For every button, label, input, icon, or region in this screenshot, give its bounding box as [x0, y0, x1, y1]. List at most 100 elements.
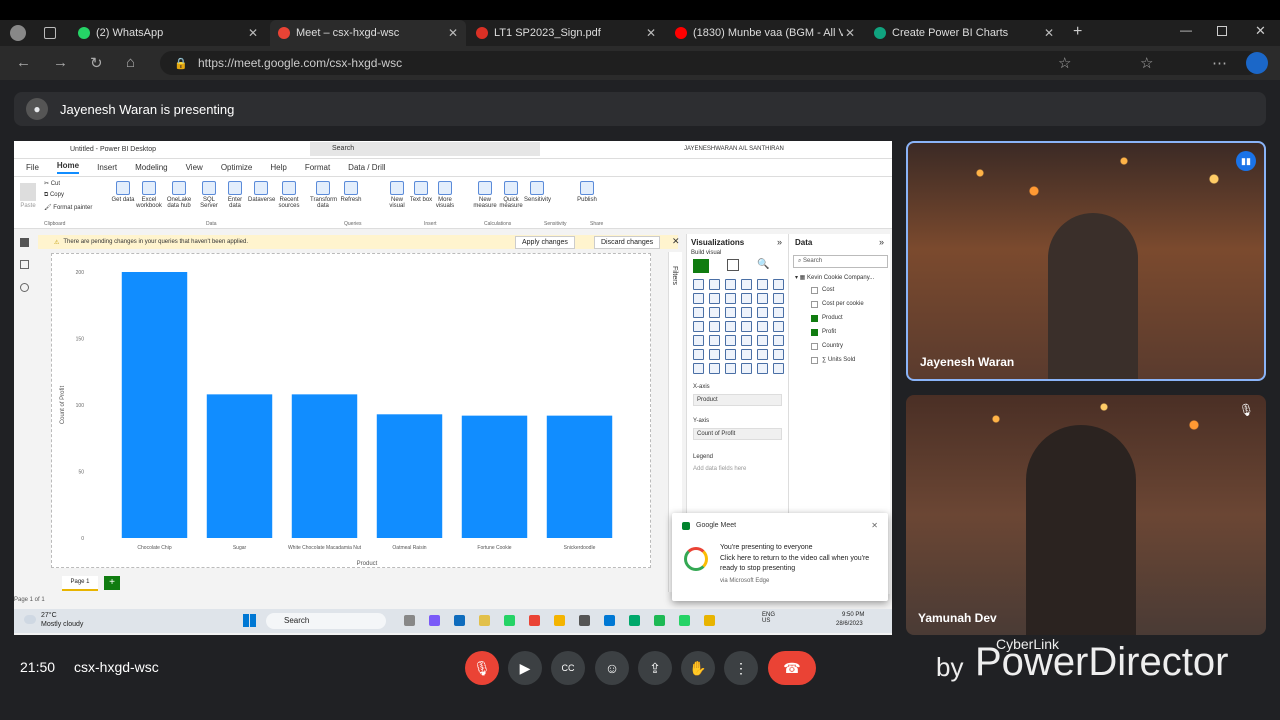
field-item[interactable]: Cost per cookie: [789, 297, 890, 311]
paste-button[interactable]: Paste: [20, 183, 36, 209]
field-checkbox[interactable]: [811, 286, 818, 294]
visual-type-icon[interactable]: [741, 293, 752, 304]
ribbon-button[interactable]: Quick measure: [498, 181, 524, 209]
taskbar-app-icon[interactable]: [704, 615, 715, 626]
visual-type-icon[interactable]: [757, 307, 768, 318]
visual-type-icon[interactable]: [725, 321, 736, 332]
collapse-data-icon[interactable]: »: [879, 237, 884, 247]
tab-actions-icon[interactable]: [44, 27, 56, 39]
visual-type-icon[interactable]: [693, 349, 704, 360]
visual-type-icon[interactable]: [693, 363, 704, 374]
report-canvas[interactable]: 0 50 100 150 200 Count of Profit Chocolate Chi…: [51, 253, 651, 568]
visual-type-icon[interactable]: [757, 293, 768, 304]
ribbon-button[interactable]: Recent sources: [276, 181, 302, 209]
pbi-menu-item[interactable]: Insert: [97, 163, 117, 172]
collections-icon[interactable]: ☆: [1140, 54, 1153, 72]
yaxis-field[interactable]: Count of Profit: [693, 428, 782, 440]
taskbar-app-icon[interactable]: [504, 615, 515, 626]
bing-icon[interactable]: [1246, 52, 1268, 74]
visual-type-icon[interactable]: [741, 279, 752, 290]
field-checkbox[interactable]: [811, 342, 818, 350]
visual-type-icon[interactable]: [693, 307, 704, 318]
bar[interactable]: [206, 394, 273, 538]
visual-type-icon[interactable]: [773, 335, 784, 346]
participant-tile-1[interactable]: ▮▮ Jayenesh Waran: [906, 141, 1266, 381]
restore-icon[interactable]: [1217, 26, 1227, 36]
tab-close-icon[interactable]: ✕: [248, 26, 258, 40]
ribbon-button[interactable]: New measure: [472, 181, 498, 209]
pbi-menu-item[interactable]: Modeling: [135, 163, 167, 172]
more-options-button[interactable]: ⋮: [724, 651, 758, 685]
visual-type-icon[interactable]: [741, 335, 752, 346]
taskbar-app-icon[interactable]: [554, 615, 565, 626]
format-visual-icon[interactable]: [727, 259, 739, 271]
pbi-menu-item[interactable]: View: [186, 163, 203, 172]
bar[interactable]: [376, 414, 443, 538]
pbi-menu-item[interactable]: Data / Drill: [348, 163, 385, 172]
visual-type-icon[interactable]: [757, 363, 768, 374]
bar-chart[interactable]: 0 50 100 150 200 Count of Profit Chocolate Chi…: [52, 254, 652, 569]
visual-type-icon[interactable]: [741, 321, 752, 332]
visual-type-icon[interactable]: [773, 279, 784, 290]
url-field[interactable]: 🔒 https://meet.google.com/csx-hxgd-wsc: [160, 51, 1260, 75]
model-view-icon[interactable]: [20, 283, 29, 292]
bar[interactable]: [291, 394, 358, 538]
visual-type-icon[interactable]: [709, 279, 720, 290]
build-visual-icon[interactable]: [693, 259, 709, 273]
close-window-icon[interactable]: ✕: [1255, 23, 1266, 39]
table-node[interactable]: ▾ ▦ Kevin Cookie Company...: [789, 272, 890, 283]
ribbon-button[interactable]: Text box: [408, 181, 434, 203]
visual-type-icon[interactable]: [693, 335, 704, 346]
cut-button[interactable]: ✂ Cut: [44, 180, 60, 187]
bar[interactable]: [546, 415, 613, 538]
taskbar-app-icon[interactable]: [654, 615, 665, 626]
legend-placeholder[interactable]: Add data fields here: [687, 462, 788, 476]
visual-type-icon[interactable]: [693, 279, 704, 290]
taskbar-app-icon[interactable]: [579, 615, 590, 626]
ribbon-button[interactable]: Publish: [574, 181, 600, 203]
discard-changes-button[interactable]: Discard changes: [594, 236, 661, 249]
ribbon-button[interactable]: Enter data: [222, 181, 248, 209]
visual-type-icon[interactable]: [773, 349, 784, 360]
field-item[interactable]: Cost: [789, 283, 890, 297]
add-page-button[interactable]: +: [104, 576, 120, 590]
visual-type-icon[interactable]: [693, 321, 704, 332]
taskbar-app-icon[interactable]: [429, 615, 440, 626]
browser-tab[interactable]: Meet – csx-hxgd-wsc ✕: [270, 20, 466, 46]
tab-close-icon[interactable]: ✕: [845, 26, 855, 40]
visual-type-icon[interactable]: [725, 293, 736, 304]
emoji-button[interactable]: ☺: [595, 651, 629, 685]
browser-tab[interactable]: Create Power BI Charts ✕: [866, 20, 1062, 46]
field-checkbox[interactable]: [811, 356, 818, 364]
profile-icon[interactable]: [10, 25, 26, 41]
back-icon[interactable]: ←: [16, 54, 31, 71]
more-icon[interactable]: ⋯: [1212, 54, 1227, 72]
toast-close-icon[interactable]: ✕: [871, 521, 878, 530]
visual-type-icon[interactable]: [709, 307, 720, 318]
pbi-menu-item[interactable]: Optimize: [221, 163, 253, 172]
taskbar-app-icon[interactable]: [604, 615, 615, 626]
report-view-icon[interactable]: [20, 238, 29, 247]
browser-tab[interactable]: (2) WhatsApp ✕: [70, 20, 266, 46]
refresh-icon[interactable]: ↻: [90, 54, 103, 72]
taskbar-app-icon[interactable]: [629, 615, 640, 626]
visual-type-icon[interactable]: [709, 321, 720, 332]
taskbar-app-icon[interactable]: [479, 615, 490, 626]
forward-icon[interactable]: →: [53, 54, 68, 71]
start-icon[interactable]: [243, 614, 256, 627]
tab-close-icon[interactable]: ✕: [448, 26, 458, 40]
captions-button[interactable]: CC: [551, 651, 585, 685]
taskbar-app-icon[interactable]: [404, 615, 415, 626]
visual-type-icon[interactable]: [773, 293, 784, 304]
visual-type-icon[interactable]: [725, 279, 736, 290]
visual-type-icon[interactable]: [725, 335, 736, 346]
visual-type-icon[interactable]: [757, 321, 768, 332]
pbi-menu-item[interactable]: Home: [56, 161, 80, 174]
apply-changes-button[interactable]: Apply changes: [515, 236, 575, 249]
field-item[interactable]: ∑ Units Sold: [789, 353, 890, 367]
ribbon-button[interactable]: Excel workbook: [136, 181, 162, 209]
ribbon-button[interactable]: More visuals: [432, 181, 458, 209]
xaxis-field[interactable]: Product: [693, 394, 782, 406]
data-search[interactable]: ⌕ Search: [793, 255, 888, 268]
format-painter-button[interactable]: 🖌 Format painter: [44, 204, 92, 211]
